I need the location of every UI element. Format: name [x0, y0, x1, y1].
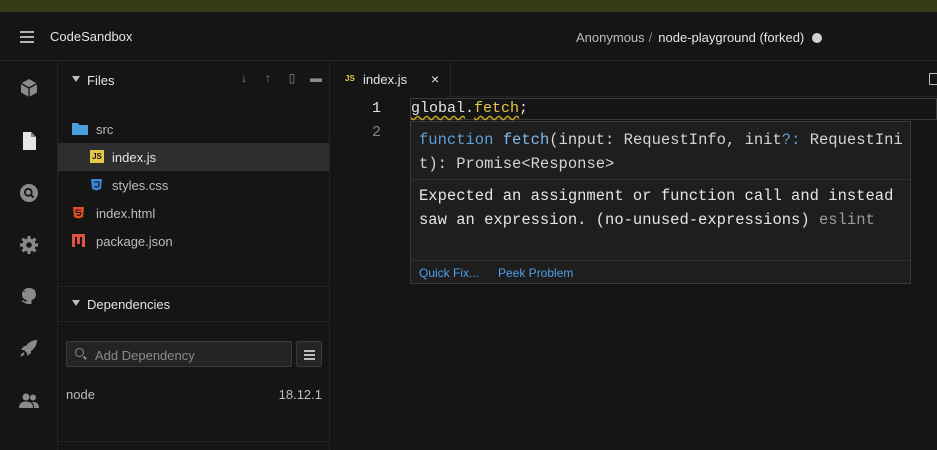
dependency-version[interactable]: 18.12.1 — [279, 387, 322, 402]
close-tab-icon[interactable]: × — [431, 71, 439, 87]
sort-down-icon[interactable]: ↓ — [238, 71, 250, 85]
function-signature: function fetch(input: RequestInfo, init?… — [419, 131, 903, 173]
users-icon[interactable] — [19, 391, 39, 411]
owner-name[interactable]: Anonymous — [576, 30, 645, 45]
menu-icon[interactable] — [20, 31, 34, 43]
code-token-semicolon: ; — [519, 100, 529, 117]
globe-icon[interactable] — [812, 33, 823, 43]
add-dependency-input[interactable] — [95, 346, 285, 364]
tooltip-actions: Quick Fix... Peek Problem — [411, 260, 910, 284]
tree-item-styles-css[interactable]: styles.css — [58, 171, 329, 199]
tab-label: index.js — [363, 72, 408, 87]
add-dependency-field[interactable] — [66, 341, 292, 367]
quick-fix-link[interactable]: Quick Fix... — [419, 266, 479, 280]
tree-item-src[interactable]: src — [58, 115, 329, 143]
breadcrumb-separator: / — [648, 30, 653, 45]
chevron-down-icon — [72, 300, 80, 306]
new-file-icon[interactable]: ▯ — [286, 71, 298, 85]
tree-item-label: src — [96, 122, 114, 137]
tree-item-label: index.js — [112, 150, 157, 165]
files-title: Files — [87, 73, 115, 88]
section-divider — [58, 441, 330, 442]
upload-icon[interactable]: ↑ — [262, 71, 274, 85]
search-icon[interactable] — [19, 183, 39, 203]
rocket-icon[interactable] — [19, 338, 39, 358]
file-icon[interactable] — [19, 131, 39, 151]
new-folder-icon[interactable]: ▬ — [310, 71, 322, 85]
chevron-down-icon — [72, 76, 80, 82]
hover-tooltip: function fetch(input: RequestInfo, init?… — [410, 121, 911, 284]
code-token-dot: . — [465, 100, 475, 117]
top-banner — [0, 0, 937, 12]
github-icon[interactable] — [19, 286, 39, 306]
explorer-sidebar: Files ↓ ↑ ▯ ▬ src JS index.js styles.css… — [58, 62, 330, 450]
peek-problem-link[interactable]: Peek Problem — [498, 266, 573, 280]
npm-package-icon — [72, 234, 85, 247]
tree-item-index-html[interactable]: index.html — [58, 199, 329, 227]
breadcrumb: Anonymous / node-playground (forked) — [576, 30, 823, 45]
html-file-icon — [73, 207, 84, 219]
dependency-name: node — [66, 387, 95, 402]
dependencies-section-header[interactable]: Dependencies — [58, 286, 330, 322]
js-file-icon: JS — [90, 150, 104, 163]
editor-tab-bar: JS index.js × — [331, 62, 937, 97]
line-number: 2 — [371, 124, 381, 141]
files-section-header[interactable]: Files ↓ ↑ ▯ ▬ — [58, 62, 330, 98]
dependencies-title: Dependencies — [87, 297, 171, 312]
code-token-global: global — [411, 100, 466, 117]
folder-icon — [72, 123, 88, 135]
dependency-row[interactable]: node 18.12.1 — [66, 387, 322, 402]
js-file-icon: JS — [345, 74, 355, 83]
css-file-icon — [91, 179, 102, 191]
tab-index-js[interactable]: JS index.js × — [331, 62, 451, 97]
lint-source: eslint — [818, 211, 875, 229]
code-line[interactable]: global.fetch; — [411, 100, 528, 117]
gear-icon[interactable] — [19, 235, 39, 255]
activity-bar — [0, 62, 58, 450]
tree-item-label: styles.css — [112, 178, 169, 193]
tree-item-label: package.json — [96, 234, 173, 249]
code-token-fetch: fetch — [474, 100, 520, 117]
dependency-list-button[interactable] — [296, 341, 322, 367]
header-bar: CodeSandbox Anonymous / node-playground (f… — [0, 12, 937, 61]
lint-message: Expected an assignment or function call … — [419, 187, 894, 229]
line-number: 1 — [371, 100, 381, 117]
tree-item-label: index.html — [96, 206, 156, 221]
section-divider — [58, 321, 330, 322]
search-icon — [75, 348, 84, 357]
cube-icon[interactable] — [19, 78, 39, 98]
brand-name[interactable]: CodeSandbox — [50, 29, 132, 44]
tree-item-package-json[interactable]: package.json — [58, 227, 329, 255]
file-actions: ↓ ↑ ▯ ▬ — [238, 71, 322, 85]
split-editor-icon[interactable] — [929, 73, 937, 85]
project-name[interactable]: node-playground (forked) — [658, 30, 804, 45]
tree-item-index-js[interactable]: JS index.js — [58, 143, 329, 171]
tooltip-divider — [411, 179, 910, 180]
